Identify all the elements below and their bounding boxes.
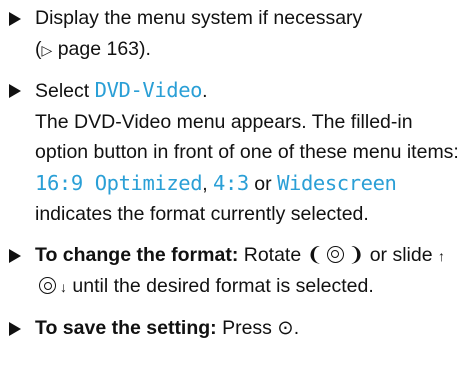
- step-bullet-icon: [9, 321, 21, 336]
- step-bullet-icon: [9, 84, 21, 98]
- description-text: The DVD-Video menu appears. The filled-i…: [35, 110, 459, 164]
- controller-icon: [39, 277, 56, 294]
- press-text: Press: [216, 316, 278, 339]
- rotate-text: Rotate: [238, 243, 307, 266]
- select-prefix: Select: [35, 80, 95, 102]
- punct: .: [293, 316, 300, 339]
- page-ref-arrow-icon: ▷: [41, 41, 53, 58]
- step-text: Display the menu system if necessary: [35, 7, 363, 29]
- step-heading: To save the setting:: [35, 316, 217, 339]
- step-change-format: To change the format: Rotate ❨ ❩ or slide…: [0, 240, 464, 303]
- step-bullet-icon: [9, 12, 21, 26]
- page-reference[interactable]: page 163).: [52, 38, 151, 60]
- step-display-menu: Display the menu system if necessary (▷ …: [0, 3, 464, 65]
- slide-down-icon: ↓: [60, 279, 67, 295]
- slide-text: or slide: [364, 243, 438, 266]
- separator: ,: [202, 172, 214, 195]
- separator: or: [248, 172, 278, 195]
- step-bullet-icon: [9, 248, 21, 263]
- description-tail: indicates the format currently selected.: [35, 203, 369, 225]
- rotate-left-icon: ❨: [306, 243, 323, 266]
- punct: .: [202, 80, 208, 102]
- option-widescreen: Widescreen: [277, 170, 397, 195]
- tail-text: until the desired format is selected.: [67, 275, 374, 297]
- menu-item-dvd-video: DVD-Video: [94, 78, 203, 102]
- option-16-9-optimized: 16:9 Optimized: [35, 170, 203, 195]
- step-select-dvd-video: Select DVD-Video. The DVD-Video menu app…: [0, 75, 464, 230]
- step-save-setting: To save the setting: Press ⊙.: [0, 313, 464, 344]
- press-controller-icon: ⊙: [277, 316, 294, 339]
- step-heading: To change the format:: [35, 243, 239, 266]
- rotate-right-icon: ❩: [347, 243, 365, 266]
- option-4-3: 4:3: [213, 170, 249, 195]
- controller-icon: [326, 245, 344, 263]
- slide-up-icon: ↑: [438, 247, 445, 264]
- instruction-page: Display the menu system if necessary (▷ …: [0, 0, 464, 343]
